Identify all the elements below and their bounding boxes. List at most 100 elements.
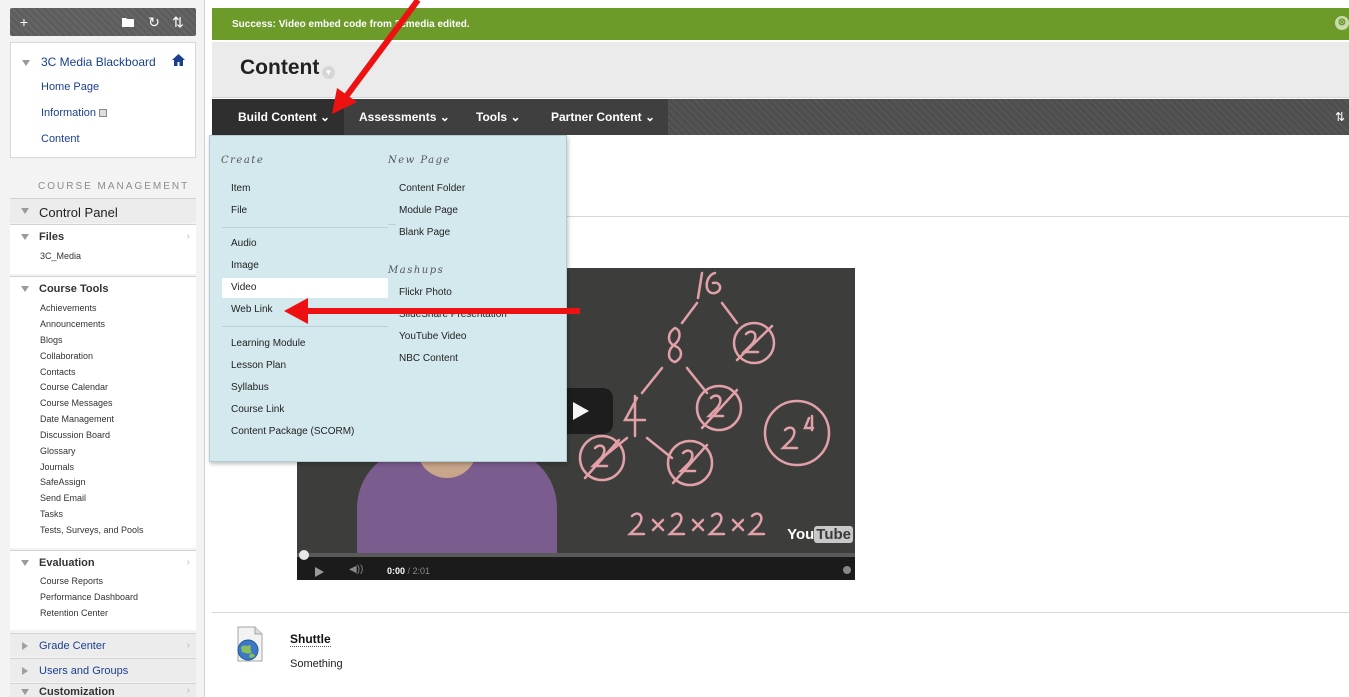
course-tool-item[interactable]: Discussion Board xyxy=(40,430,110,440)
add-menu-item-button[interactable]: + xyxy=(14,8,34,36)
close-icon[interactable]: ⊗ xyxy=(1335,16,1349,30)
course-tool-item[interactable]: Course Messages xyxy=(40,398,113,408)
files-item[interactable]: 3C_Media xyxy=(40,251,81,261)
menu-item-youtube-video[interactable]: YouTube Video xyxy=(399,331,466,342)
menu-separator xyxy=(222,227,388,228)
grade-center-label: Grade Center xyxy=(39,640,106,652)
menu-item-web-link[interactable]: Web Link xyxy=(231,304,273,315)
chevron-right-icon: › xyxy=(186,231,190,242)
course-tool-item[interactable]: Date Management xyxy=(40,414,114,424)
evaluation-item[interactable]: Retention Center xyxy=(40,608,108,618)
menu-item-content-package[interactable]: Content Package (SCORM) xyxy=(231,426,354,437)
course-tool-item[interactable]: Contacts xyxy=(40,367,76,377)
folder-view-icon[interactable] xyxy=(118,8,138,36)
collapse-icon[interactable] xyxy=(21,560,29,566)
menu-item-flickr-photo[interactable]: Flickr Photo xyxy=(399,287,452,298)
menu-item-slideshare[interactable]: SlideShare Presentation xyxy=(399,309,507,320)
volume-icon[interactable]: ◀)) xyxy=(349,564,363,575)
course-menu-sidebar: + ↻ ⇅ 3C Media Blackboard Home Page Info… xyxy=(0,0,205,697)
chevron-down-icon[interactable]: ▼ xyxy=(322,66,335,79)
menu-separator xyxy=(388,224,396,225)
progress-bar[interactable] xyxy=(297,553,855,557)
evaluation-label[interactable]: Evaluation xyxy=(39,557,95,569)
menu-item-video[interactable]: Video xyxy=(231,282,256,293)
course-tool-item[interactable]: Tasks xyxy=(40,509,63,519)
home-icon[interactable] xyxy=(172,53,185,69)
menu-item-audio[interactable]: Audio xyxy=(231,238,257,249)
menu-separator xyxy=(222,326,388,327)
content-item-title-link[interactable]: Shuttle xyxy=(290,632,331,647)
users-and-groups-panel[interactable]: Users and Groups xyxy=(10,658,196,682)
course-menu: 3C Media Blackboard Home Page Informatio… xyxy=(10,42,196,158)
course-tools-panel: Course Tools Achievements Announcements … xyxy=(10,276,196,548)
menu-item-item[interactable]: Item xyxy=(231,183,250,194)
page-title-bar: Content ▼ xyxy=(212,42,1349,98)
menu-item-blank-page[interactable]: Blank Page xyxy=(399,227,450,238)
customization-label: Customization xyxy=(39,686,115,697)
action-bar: Build Content ⌄ Assessments ⌄ Tools ⌄ Pa… xyxy=(212,99,1349,135)
partner-content-button[interactable]: Partner Content ⌄ xyxy=(551,99,655,135)
menu-item-learning-module[interactable]: Learning Module xyxy=(231,338,306,349)
course-tool-item[interactable]: Achievements xyxy=(40,303,97,313)
menu-item-image[interactable]: Image xyxy=(231,260,259,271)
course-link-home-page[interactable]: Home Page xyxy=(41,81,99,93)
refresh-icon[interactable]: ↻ xyxy=(144,8,164,36)
customization-panel[interactable]: Customization › xyxy=(10,683,196,697)
video-time: 0:00 / 2:01 xyxy=(387,566,430,576)
course-link-information[interactable]: Information xyxy=(41,107,108,119)
build-content-menu: Create New Page Item File Audio Image Vi… xyxy=(209,135,567,462)
app: + ↻ ⇅ 3C Media Blackboard Home Page Info… xyxy=(0,0,1349,697)
course-tools-label[interactable]: Course Tools xyxy=(39,283,108,295)
build-content-button[interactable]: Build Content ⌄ xyxy=(212,99,344,135)
sort-icon[interactable]: ⇅ xyxy=(1335,99,1345,135)
course-tool-item[interactable]: Course Calendar xyxy=(40,382,108,392)
collapse-icon[interactable] xyxy=(21,286,29,292)
chevron-right-icon: › xyxy=(186,640,190,651)
course-tool-item[interactable]: Send Email xyxy=(40,493,86,503)
youtube-logo-tube: Tube xyxy=(814,526,853,543)
chevron-down-icon: ⌄ xyxy=(510,110,521,124)
menu-item-nbc-content[interactable]: NBC Content xyxy=(399,353,458,364)
assessments-button[interactable]: Assessments ⌄ xyxy=(359,99,450,135)
menu-item-lesson-plan[interactable]: Lesson Plan xyxy=(231,360,286,371)
grade-center-panel[interactable]: Grade Center › xyxy=(10,633,196,657)
youtube-logo[interactable]: You Tube xyxy=(787,526,853,543)
evaluation-item[interactable]: Performance Dashboard xyxy=(40,592,138,602)
chevron-down-icon: ⌄ xyxy=(320,110,331,124)
play-icon[interactable] xyxy=(315,567,324,577)
course-tool-item[interactable]: Blogs xyxy=(40,335,63,345)
collapse-icon[interactable] xyxy=(21,234,29,240)
course-tool-item[interactable]: Collaboration xyxy=(40,351,93,361)
new-page-section-heading: New Page xyxy=(388,155,451,166)
files-label[interactable]: Files xyxy=(39,231,64,243)
collapse-icon[interactable] xyxy=(22,60,30,66)
tools-button[interactable]: Tools ⌄ xyxy=(476,99,521,135)
sort-icon[interactable]: ⇅ xyxy=(168,8,188,36)
course-link-content[interactable]: Content xyxy=(41,133,80,145)
progress-knob[interactable] xyxy=(299,550,309,560)
course-tool-item[interactable]: Announcements xyxy=(40,319,105,329)
menu-item-course-link[interactable]: Course Link xyxy=(231,404,284,415)
video-time-total: / 2:01 xyxy=(407,566,431,576)
course-tool-item[interactable]: Tests, Surveys, and Pools xyxy=(40,525,144,535)
partner-content-label: Partner Content xyxy=(551,110,642,124)
course-menu-toolbar: + ↻ ⇅ xyxy=(10,8,196,36)
settings-icon[interactable] xyxy=(843,566,851,574)
course-title[interactable]: 3C Media Blackboard xyxy=(41,55,156,69)
menu-item-module-page[interactable]: Module Page xyxy=(399,205,458,216)
menu-item-content-folder[interactable]: Content Folder xyxy=(399,183,465,194)
users-and-groups-label: Users and Groups xyxy=(39,665,129,677)
course-tool-item[interactable]: Glossary xyxy=(40,446,76,456)
evaluation-item[interactable]: Course Reports xyxy=(40,576,103,586)
collapse-icon xyxy=(21,208,29,214)
expand-icon xyxy=(22,642,28,650)
course-tool-item[interactable]: SafeAssign xyxy=(40,477,86,487)
information-page-icon xyxy=(99,109,108,117)
page-title: Content xyxy=(240,56,320,79)
control-panel-header[interactable]: Control Panel xyxy=(10,198,196,223)
menu-item-file[interactable]: File xyxy=(231,205,247,216)
course-tool-item[interactable]: Journals xyxy=(40,462,74,472)
video-controls xyxy=(297,553,855,580)
menu-item-syllabus[interactable]: Syllabus xyxy=(231,382,269,393)
content-divider xyxy=(212,612,1349,613)
